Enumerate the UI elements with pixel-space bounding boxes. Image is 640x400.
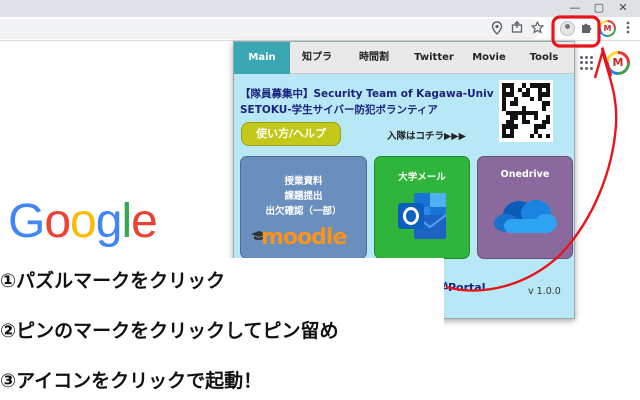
- tab-tools[interactable]: Tools: [518, 42, 570, 74]
- outlook-icon: [398, 193, 447, 239]
- menu-kebab-icon[interactable]: [620, 21, 636, 37]
- tab-timetable[interactable]: 時間割: [346, 42, 402, 74]
- minimize-icon[interactable]: —: [568, 1, 582, 15]
- instruction-step-1: ①パズルマークをクリック: [0, 270, 226, 292]
- moodle-line-3: 出欠確認（一部）: [265, 206, 342, 217]
- maximize-icon[interactable]: ▢: [592, 1, 606, 15]
- tab-movie[interactable]: Movie: [464, 42, 514, 74]
- onedrive-tile[interactable]: Onedrive: [477, 156, 573, 259]
- tab-main[interactable]: Main: [234, 42, 290, 74]
- university-mail-tile[interactable]: 大学メール: [374, 156, 470, 259]
- onedrive-tile-label: Onedrive: [500, 169, 550, 180]
- puzzle-extensions-icon[interactable]: [578, 21, 594, 37]
- account-avatar-letter: M: [609, 54, 627, 72]
- google-logo-letter: o: [70, 195, 97, 248]
- portal-link-fragment[interactable]: 学Portal: [437, 279, 486, 295]
- browser-toolbar: M: [0, 17, 640, 41]
- account-avatar[interactable]: M: [606, 51, 630, 75]
- tab-twitter[interactable]: Twitter: [406, 42, 462, 74]
- google-logo-letter: G: [8, 195, 45, 248]
- browser-title-bar: — ▢ ✕: [0, 0, 640, 17]
- qr-code-image[interactable]: [499, 80, 553, 142]
- share-icon[interactable]: [509, 20, 525, 37]
- google-logo-letter: g: [95, 195, 123, 248]
- onedrive-cloud-icon: [494, 200, 557, 233]
- join-link-text[interactable]: 入隊はコチラ▶▶▶: [387, 128, 466, 142]
- google-apps-icon[interactable]: [580, 56, 594, 70]
- google-logo-letter: l: [121, 195, 132, 248]
- mail-tile-label: 大学メール: [398, 172, 446, 183]
- extension-avatar-letter: M: [601, 22, 614, 35]
- help-button[interactable]: 使い方/ヘルプ: [241, 122, 341, 146]
- moodle-line-1: 授業資料: [284, 176, 323, 187]
- google-logo-letter: o: [44, 195, 71, 248]
- instruction-step-2: ②ピンのマークをクリックしてピン留め: [0, 320, 339, 342]
- recruit-banner-subtitle[interactable]: SETOKU-学生サイバー防犯ボランティア: [240, 102, 438, 117]
- screenshot-root: — ▢ ✕ M Google M Main 知プラ 時間割 Twitter Mo…: [0, 0, 640, 400]
- version-label: v 1.0.0: [528, 286, 561, 297]
- bookmark-star-icon[interactable]: [529, 20, 545, 37]
- tab-chipura[interactable]: 知プラ: [292, 42, 342, 74]
- google-logo-letter: e: [131, 195, 158, 248]
- address-bar[interactable]: [0, 19, 540, 39]
- moodle-tile[interactable]: 授業資料 課題提出 出欠確認（一部） moodle: [240, 156, 367, 259]
- moodle-line-2: 課題提出: [284, 191, 323, 202]
- instruction-step-3: ③アイコンをクリックで起動！: [0, 370, 263, 392]
- instruction-box: ①パズルマークをクリック ②ピンのマークをクリックしてピン留め ③アイコンをクリ…: [0, 258, 444, 400]
- extension-avatar-icon[interactable]: M: [599, 20, 616, 37]
- profile-icon[interactable]: [560, 21, 575, 36]
- recruit-banner-title[interactable]: 【隊員募集中】Security Team of Kagawa-Univ: [240, 86, 494, 101]
- google-logo: Google: [8, 194, 158, 249]
- location-icon[interactable]: [489, 21, 505, 37]
- moodle-logo-text: moodle: [261, 225, 347, 250]
- close-icon[interactable]: ✕: [616, 1, 630, 15]
- popup-tab-bar: Main 知プラ 時間割 Twitter Movie Tools: [234, 42, 574, 74]
